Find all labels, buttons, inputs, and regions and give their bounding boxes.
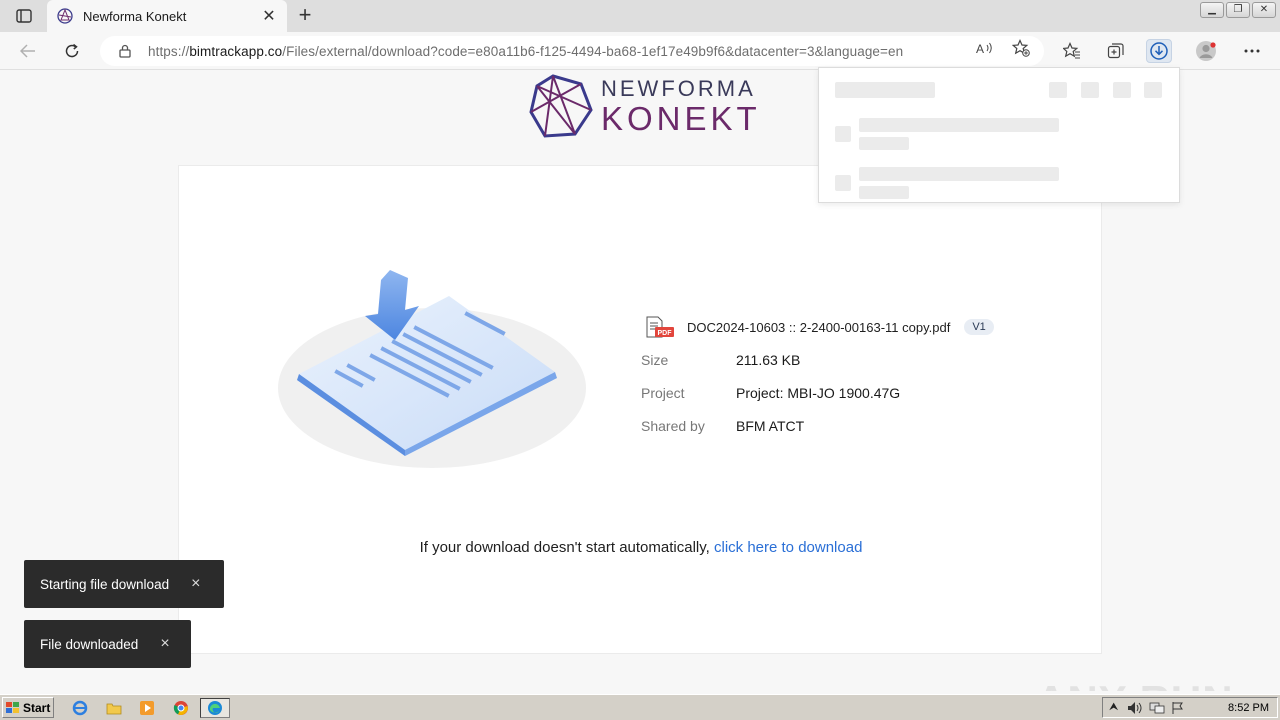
favorites-icon[interactable] — [1059, 39, 1085, 63]
project-value: Project: MBI-JO 1900.47G — [736, 385, 901, 401]
window-controls: ▁ ❐ ✕ — [1200, 2, 1276, 18]
ie-taskbar-icon[interactable] — [69, 698, 91, 718]
address-bar[interactable]: https://bimtrackapp.co/Files/external/do… — [100, 36, 1044, 66]
windows-flag-icon — [6, 701, 19, 713]
skeleton-item-line — [859, 186, 909, 199]
project-label: Project — [641, 385, 685, 401]
media-player-taskbar-icon[interactable] — [136, 698, 158, 718]
skeleton-action — [1144, 82, 1162, 98]
browser-toolbar: https://bimtrackapp.co/Files/external/do… — [0, 32, 1280, 70]
skeleton-action — [1113, 82, 1131, 98]
close-window-button[interactable]: ✕ — [1252, 2, 1276, 18]
start-button[interactable]: Start — [2, 697, 54, 718]
add-favorite-icon[interactable] — [1011, 39, 1031, 57]
taskbar-clock[interactable]: 8:52 PM — [1228, 702, 1269, 714]
size-value: 211.63 KB — [736, 352, 801, 368]
collections-icon[interactable] — [1103, 39, 1129, 63]
new-tab-button[interactable]: + — [292, 4, 318, 28]
download-fallback-text: If your download doesn't start automatic… — [179, 539, 1103, 556]
read-aloud-icon[interactable]: A — [975, 39, 995, 57]
watermark-text: ANY RUN — [1036, 677, 1234, 691]
file-name: DOC2024-10603 :: 2-2400-00163-11 copy.pd… — [687, 319, 951, 335]
version-badge: V1 — [964, 319, 994, 335]
skeleton-title — [835, 82, 935, 98]
document-download-illustration — [278, 270, 586, 468]
file-title-row: PDF DOC2024-10603 :: 2-2400-00163-11 cop… — [645, 316, 994, 338]
downloads-icon[interactable] — [1146, 39, 1172, 63]
url-text[interactable]: https://bimtrackapp.co/Files/external/do… — [148, 44, 903, 59]
tray-expand-icon[interactable]: ⮝ — [1109, 701, 1118, 714]
restore-button[interactable]: ❐ — [1226, 2, 1250, 18]
download-prefix-text: If your download doesn't start automatic… — [419, 539, 710, 556]
system-tray: ⮝ 8:52 PM — [1102, 697, 1278, 718]
settings-more-icon[interactable] — [1239, 39, 1265, 63]
toast-text: File downloaded — [40, 636, 139, 652]
minimize-button[interactable]: ▁ — [1200, 2, 1224, 18]
skeleton-item-line — [859, 118, 1059, 132]
action-center-flag-icon[interactable] — [1171, 701, 1185, 715]
skeleton-item-icon — [835, 126, 851, 142]
logo-line-konekt: KONEKT — [601, 99, 761, 137]
svg-text:PDF: PDF — [658, 330, 673, 337]
toast-close-icon[interactable]: × — [160, 635, 169, 653]
profile-avatar-icon[interactable] — [1193, 39, 1219, 63]
lock-icon[interactable] — [118, 44, 132, 58]
skeleton-action — [1049, 82, 1067, 98]
newforma-konekt-logo: NEWFORMA KONEKT — [529, 74, 761, 138]
explorer-taskbar-icon[interactable] — [103, 698, 125, 718]
konekt-favicon-icon — [57, 8, 73, 24]
toast-close-icon[interactable]: × — [191, 575, 200, 593]
download-card: PDF DOC2024-10603 :: 2-2400-00163-11 cop… — [178, 165, 1102, 654]
pdf-file-icon: PDF — [646, 316, 674, 338]
tab-close-icon[interactable]: ✕ — [261, 6, 277, 26]
chrome-taskbar-icon[interactable] — [170, 698, 192, 718]
tab-actions-icon[interactable] — [10, 5, 38, 27]
downloads-flyout — [818, 67, 1180, 203]
svg-text:A: A — [976, 42, 984, 55]
edge-taskbar-icon[interactable] — [200, 698, 230, 718]
browser-titlebar: Newforma Konekt ✕ + ▁ ❐ ✕ — [0, 0, 1280, 32]
refresh-button[interactable] — [59, 39, 85, 63]
tab-title: Newforma Konekt — [83, 8, 187, 24]
skeleton-item-line — [859, 167, 1059, 181]
skeleton-item-icon — [835, 175, 851, 191]
skeleton-item-line — [859, 137, 909, 150]
shared-by-value: BFM ATCT — [736, 418, 805, 434]
to-download-link[interactable]: to download — [782, 539, 863, 556]
toast-starting-download: Starting file download × — [24, 560, 224, 608]
windows-taskbar: Start ⮝ 8:52 PM — [0, 694, 1280, 720]
size-label: Size — [641, 352, 669, 368]
konekt-logo-icon — [529, 74, 593, 138]
back-button[interactable] — [15, 39, 41, 63]
logo-line-newforma: NEWFORMA — [601, 75, 756, 101]
start-label: Start — [23, 700, 51, 715]
toast-file-downloaded: File downloaded × — [24, 620, 191, 668]
toast-text: Starting file download — [40, 576, 170, 592]
click-here-link[interactable]: click here — [714, 539, 777, 556]
volume-icon[interactable] — [1127, 701, 1143, 715]
anyrun-watermark: ANY RUN — [1036, 677, 1234, 691]
skeleton-action — [1081, 82, 1099, 98]
shared-by-label: Shared by — [641, 418, 705, 434]
network-icon[interactable] — [1149, 701, 1165, 715]
browser-tab-active[interactable]: Newforma Konekt ✕ — [47, 0, 287, 32]
